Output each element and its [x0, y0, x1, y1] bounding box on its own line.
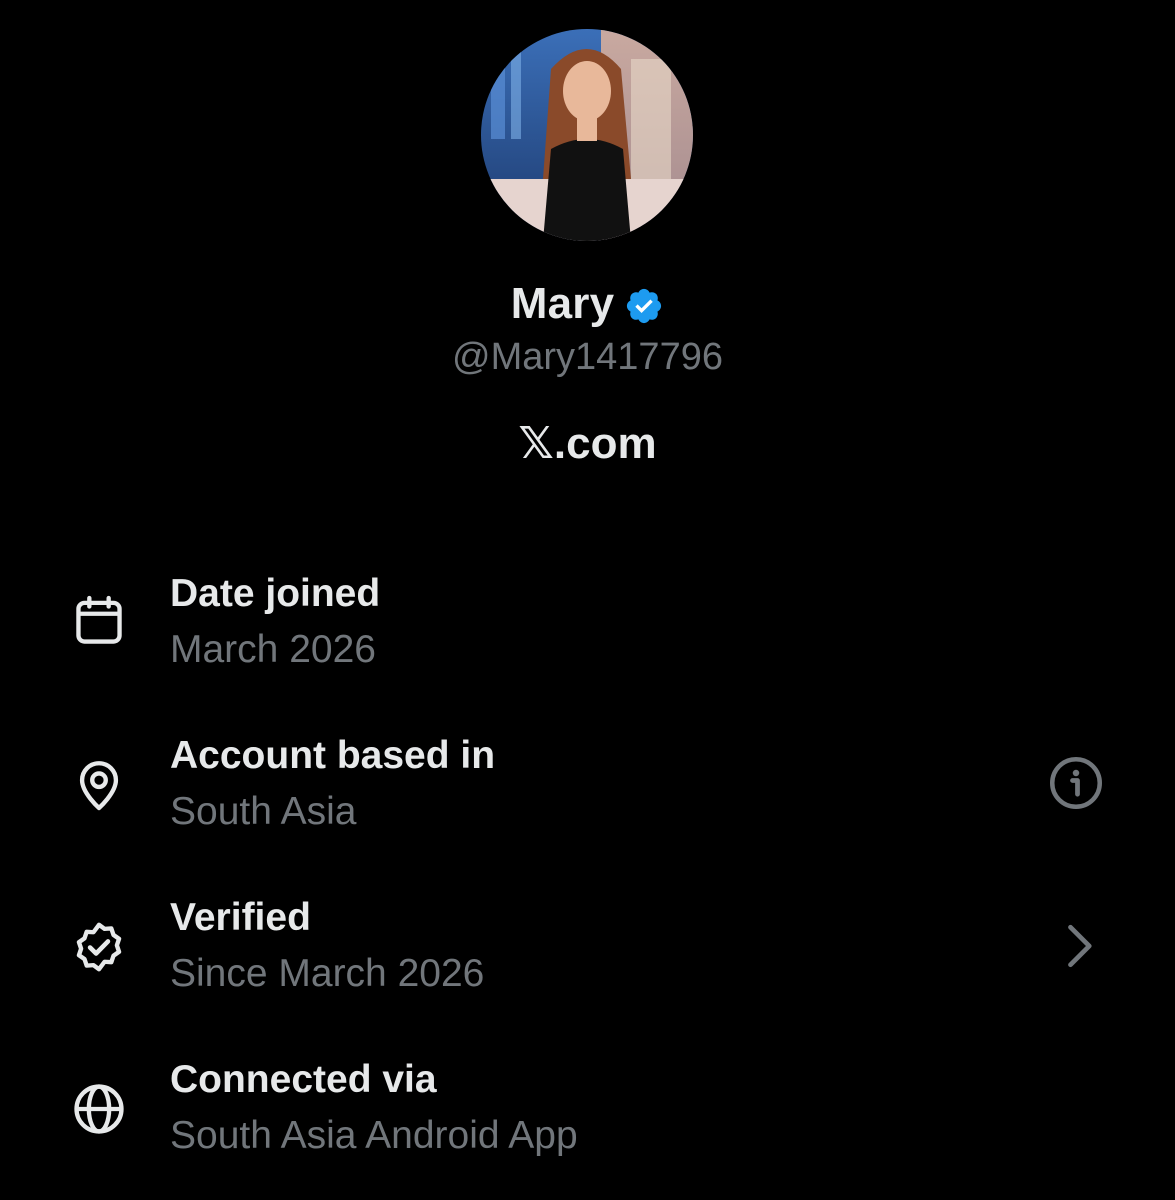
verified-badge-icon	[76, 922, 122, 972]
location-pin-icon	[79, 761, 119, 811]
site-label: 𝕏.com	[518, 419, 657, 468]
user-handle: @Mary1417796	[452, 336, 723, 378]
row-title: Connected via	[170, 1058, 437, 1101]
info-row-connected-via: Connected via South Asia Android App	[0, 1058, 1175, 1178]
info-row-verified[interactable]: Verified Since March 2026	[0, 896, 1175, 1016]
globe-icon	[74, 1084, 124, 1134]
avatar-photo	[481, 29, 693, 241]
row-value: Since March 2026	[170, 952, 485, 995]
row-value: March 2026	[170, 628, 376, 671]
row-title: Verified	[170, 896, 311, 939]
avatar[interactable]	[481, 29, 693, 241]
display-name: Mary	[510, 279, 615, 328]
name-row: Mary	[0, 274, 1175, 334]
row-value: South Asia	[170, 790, 357, 833]
row-title: Date joined	[170, 572, 381, 615]
info-icon[interactable]	[1046, 753, 1106, 813]
calendar-icon	[76, 595, 122, 644]
info-row-account-based-in: Account based in South Asia	[0, 734, 1175, 854]
chevron-right-icon[interactable]	[1048, 916, 1108, 976]
row-value: South Asia Android App	[170, 1114, 578, 1157]
row-title: Account based in	[170, 734, 496, 777]
verified-badge-icon[interactable]	[624, 286, 664, 326]
info-row-date-joined: Date joined March 2026	[0, 572, 1175, 692]
